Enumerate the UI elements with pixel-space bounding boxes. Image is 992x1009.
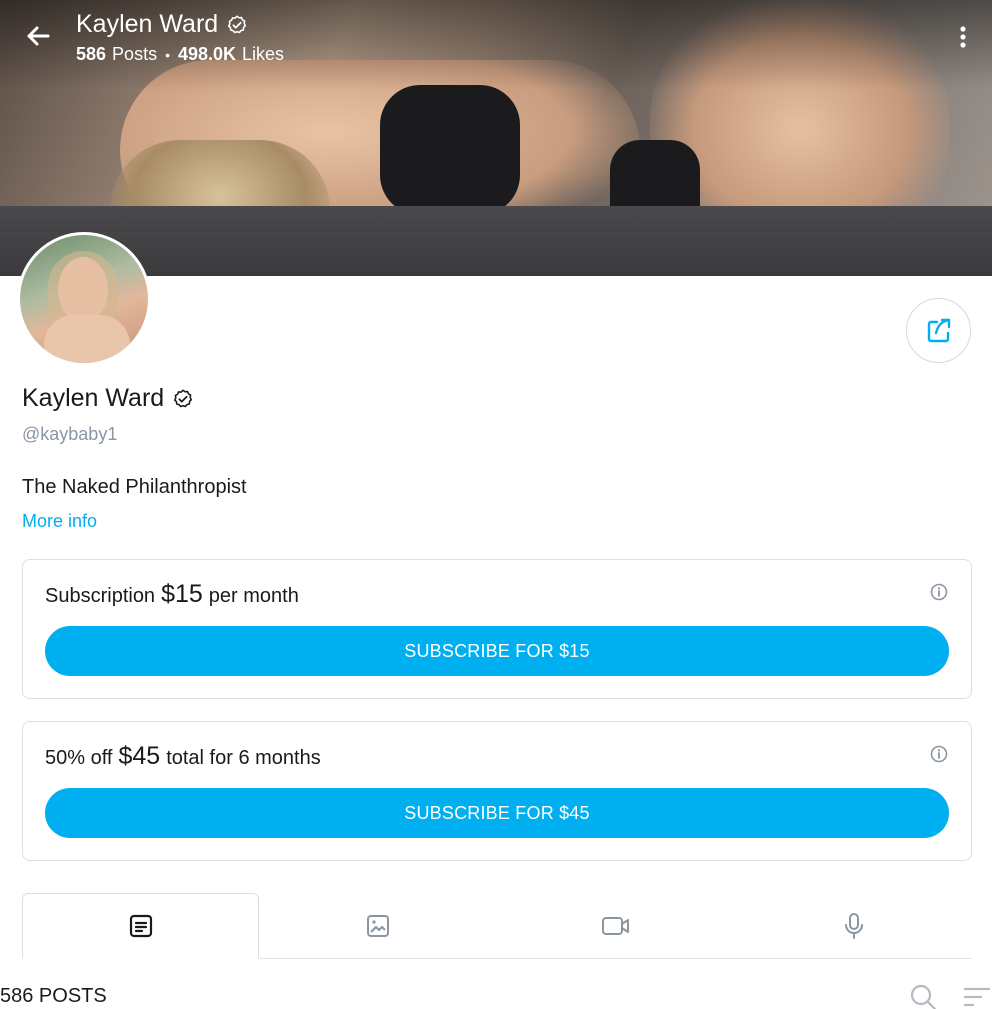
tab-photos[interactable]: [259, 893, 496, 959]
bundle-label: 50% off $45 total for 6 months: [45, 742, 321, 771]
posts-count-label: 586 POSTS: [0, 985, 107, 1007]
cover-photo-shape: [380, 85, 520, 215]
sort-icon: [963, 987, 991, 1007]
more-info-link[interactable]: More info: [22, 511, 97, 532]
bundle-prefix: 50% off: [45, 747, 113, 769]
profile-name: Kaylen Ward: [22, 384, 194, 413]
cover-photo-shape: [0, 206, 992, 276]
back-button[interactable]: [22, 20, 54, 52]
header-title: Kaylen Ward: [76, 10, 248, 39]
arrow-left-icon: [27, 26, 50, 46]
verified-icon: [174, 389, 193, 407]
photo-icon: [366, 915, 389, 937]
bundle-price: $45: [118, 742, 161, 770]
likes-count: 498.0K: [177, 44, 237, 64]
avatar-photo-shape: [44, 315, 130, 363]
profile-name-text: Kaylen Ward: [22, 384, 165, 412]
subscription-price: $15: [161, 580, 203, 608]
header-stats: 586 Posts • 498.0K Likes: [76, 44, 284, 65]
header-name: Kaylen Ward: [76, 10, 219, 38]
search-posts-button[interactable]: [908, 982, 938, 1009]
avatar[interactable]: [17, 232, 151, 366]
share-icon: [927, 318, 950, 342]
profile-handle: @kaybaby1: [22, 424, 118, 444]
stats-separator: •: [165, 46, 170, 63]
posts-icon: [129, 914, 152, 938]
info-icon: [930, 745, 948, 763]
subscription-suffix: per month: [208, 585, 299, 607]
share-button[interactable]: [906, 298, 971, 363]
posts-label: Posts: [112, 44, 158, 64]
video-icon: [601, 917, 629, 935]
content-tabs: [22, 893, 972, 959]
subscription-card: Subscription $15 per month SUBSCRIBE FOR…: [22, 559, 972, 699]
sort-posts-button[interactable]: [962, 984, 992, 1009]
info-button[interactable]: [929, 744, 949, 764]
info-button[interactable]: [929, 582, 949, 602]
profile-bio: The Naked Philanthropist: [22, 476, 247, 498]
more-options-button[interactable]: [950, 22, 976, 52]
verified-icon: [228, 15, 247, 33]
top-bar: Kaylen Ward 586 Posts • 498.0K Likes: [0, 0, 992, 80]
search-icon: [910, 984, 937, 1009]
info-icon: [930, 583, 948, 601]
posts-count: 586: [76, 44, 107, 64]
subscription-label: Subscription $15 per month: [45, 580, 299, 609]
tab-posts[interactable]: [22, 893, 259, 959]
likes-label: Likes: [242, 44, 285, 64]
avatar-photo-shape: [58, 257, 108, 323]
tab-videos[interactable]: [497, 893, 734, 959]
bundle-suffix: total for 6 months: [166, 747, 321, 769]
subscribe-button[interactable]: SUBSCRIBE FOR $15: [45, 626, 949, 676]
bundle-card: 50% off $45 total for 6 months SUBSCRIBE…: [22, 721, 972, 861]
more-vertical-icon: [960, 26, 966, 48]
subscription-prefix: Subscription: [45, 585, 156, 607]
tab-audio[interactable]: [735, 893, 972, 959]
microphone-icon: [844, 913, 863, 939]
subscribe-bundle-button[interactable]: SUBSCRIBE FOR $45: [45, 788, 949, 838]
